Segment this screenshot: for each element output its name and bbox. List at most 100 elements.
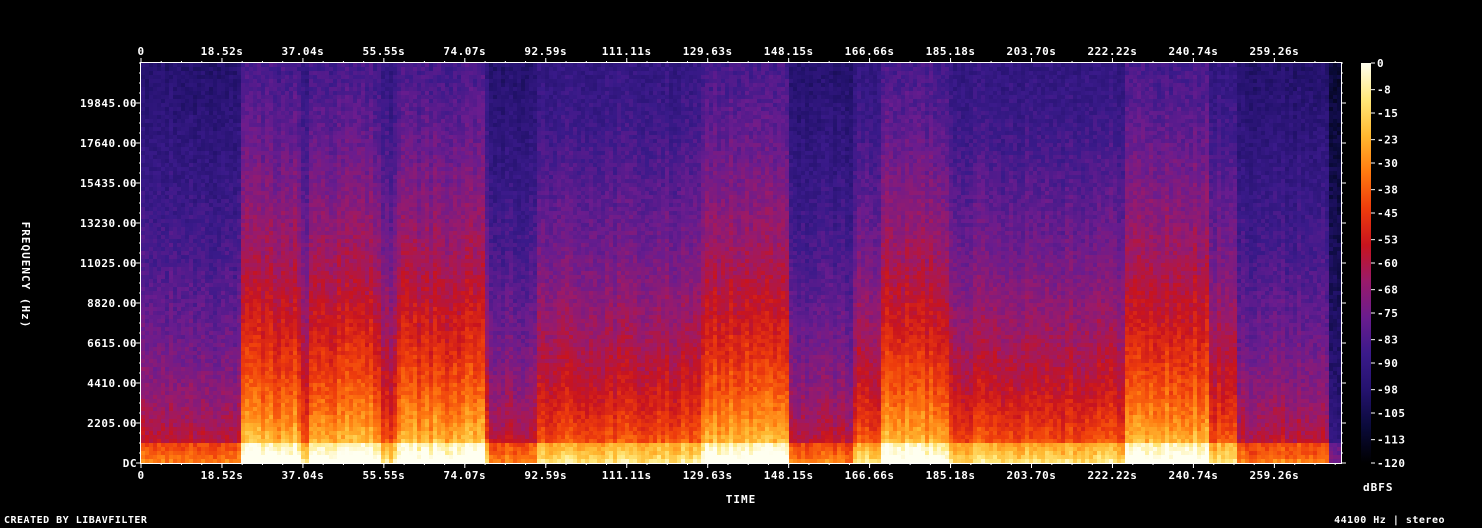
heatmap-cell: [197, 251, 202, 256]
heatmap-cell: [217, 455, 222, 460]
heatmap-cell: [169, 287, 174, 292]
heatmap-cell: [241, 279, 246, 284]
heatmap-cell: [233, 191, 238, 196]
heatmap-cell: [149, 331, 154, 336]
heatmap-cell: [317, 347, 322, 352]
heatmap-cell: [281, 295, 286, 300]
heatmap-cell: [165, 119, 170, 124]
heatmap-cell: [305, 95, 310, 100]
heatmap-cell: [249, 135, 254, 140]
heatmap-cell: [189, 383, 194, 388]
heatmap-cell: [293, 67, 298, 72]
heatmap-cell: [153, 243, 158, 248]
heatmap-cell: [289, 91, 294, 96]
heatmap-cell: [241, 271, 246, 276]
heatmap-cell: [333, 439, 338, 444]
heatmap-cell: [229, 327, 234, 332]
heatmap-cell: [293, 207, 298, 212]
heatmap-cell: [161, 399, 166, 404]
heatmap-cell: [257, 363, 262, 368]
heatmap-cell: [209, 391, 214, 396]
heatmap-cell: [281, 383, 286, 388]
heatmap-cell: [273, 307, 278, 312]
heatmap-cell: [141, 95, 146, 100]
heatmap-cell: [261, 459, 266, 464]
heatmap-cell: [261, 447, 266, 452]
heatmap-cell: [285, 227, 290, 232]
heatmap-cell: [273, 175, 278, 180]
heatmap-cell: [273, 231, 278, 236]
heatmap-cell: [197, 147, 202, 152]
heatmap-cell: [281, 455, 286, 460]
heatmap-cell: [201, 67, 206, 72]
heatmap-cell: [153, 251, 158, 256]
heatmap-cell: [201, 443, 206, 448]
heatmap-cell: [329, 131, 334, 136]
heatmap-cell: [277, 95, 282, 100]
heatmap-cell: [153, 215, 158, 220]
heatmap-cell: [269, 323, 274, 328]
heatmap-cell: [325, 423, 330, 428]
heatmap-cell: [289, 283, 294, 288]
heatmap-cell: [177, 287, 182, 292]
heatmap-cell: [145, 131, 150, 136]
heatmap-cell: [297, 119, 302, 124]
heatmap-cell: [293, 351, 298, 356]
heatmap-cell: [265, 403, 270, 408]
heatmap-cell: [309, 415, 314, 420]
heatmap-cell: [169, 439, 174, 444]
heatmap-cell: [273, 375, 278, 380]
heatmap-cell: [161, 251, 166, 256]
heatmap-cell: [309, 75, 314, 80]
heatmap-cell: [253, 239, 258, 244]
heatmap-cell: [329, 331, 334, 336]
heatmap-cell: [333, 243, 338, 248]
heatmap-cell: [173, 163, 178, 168]
heatmap-cell: [185, 363, 190, 368]
heatmap-cell: [301, 247, 306, 252]
heatmap-cell: [249, 363, 254, 368]
heatmap-cell: [325, 319, 330, 324]
heatmap-cell: [325, 211, 330, 216]
heatmap-cell: [149, 415, 154, 420]
heatmap-cell: [185, 355, 190, 360]
heatmap-cell: [181, 399, 186, 404]
heatmap-cell: [145, 335, 150, 340]
heatmap-cell: [217, 111, 222, 116]
heatmap-cell: [149, 111, 154, 116]
heatmap-cell: [189, 339, 194, 344]
heatmap-cell: [185, 159, 190, 164]
heatmap-cell: [261, 139, 266, 144]
heatmap-cell: [317, 459, 322, 464]
heatmap-cell: [173, 283, 178, 288]
heatmap-cell: [229, 287, 234, 292]
heatmap-cell: [233, 343, 238, 348]
heatmap-cell: [145, 307, 150, 312]
heatmap-cell: [217, 99, 222, 104]
heatmap-cell: [225, 211, 230, 216]
heatmap-cell: [273, 179, 278, 184]
heatmap-cell: [185, 171, 190, 176]
heatmap-cell: [253, 411, 258, 416]
heatmap-cell: [333, 379, 338, 384]
heatmap-cell: [209, 255, 214, 260]
heatmap-cell: [177, 315, 182, 320]
heatmap-cell: [193, 119, 198, 124]
heatmap-cell: [189, 207, 194, 212]
heatmap-cell: [189, 87, 194, 92]
heatmap-cell: [153, 131, 158, 136]
heatmap-cell: [305, 235, 310, 240]
heatmap-cell: [165, 111, 170, 116]
heatmap-cell: [289, 331, 294, 336]
heatmap-cell: [269, 347, 274, 352]
heatmap-cell: [193, 359, 198, 364]
heatmap-cell: [249, 203, 254, 208]
heatmap-cell: [257, 239, 262, 244]
heatmap-cell: [221, 419, 226, 424]
heatmap-cell: [217, 171, 222, 176]
heatmap-cell: [189, 283, 194, 288]
heatmap-cell: [253, 359, 258, 364]
heatmap-cell: [245, 111, 250, 116]
heatmap-cell: [325, 415, 330, 420]
heatmap-cell: [265, 459, 270, 464]
